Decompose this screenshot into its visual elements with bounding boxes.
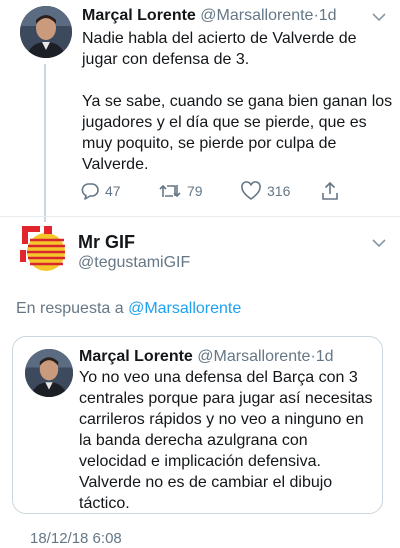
retweet-button[interactable]: 79 bbox=[158, 180, 203, 202]
share-icon bbox=[320, 181, 340, 201]
author-avatar[interactable] bbox=[20, 6, 72, 58]
quoted-header: Marçal Lorente @Marsallorente·1d bbox=[79, 347, 334, 367]
tweet-header: Marçal Lorente @Marsallorente·1d bbox=[82, 6, 337, 26]
reply-author-name[interactable]: Mr GIF bbox=[78, 232, 135, 253]
quoted-author-handle[interactable]: @Marsallorente bbox=[197, 348, 310, 365]
reply-author-avatar[interactable] bbox=[16, 222, 68, 274]
author-handle[interactable]: @Marsallorente bbox=[200, 7, 313, 24]
heart-icon bbox=[240, 181, 262, 201]
replying-to-link[interactable]: @Marsallorente bbox=[128, 300, 241, 317]
timestamp[interactable]: 18/12/18 6:08 bbox=[30, 530, 122, 547]
chevron-down-icon[interactable] bbox=[372, 12, 386, 22]
tweet-time[interactable]: 1d bbox=[319, 7, 337, 24]
share-button[interactable] bbox=[320, 180, 340, 202]
replying-to: En respuesta a @Marsallorente bbox=[16, 300, 241, 318]
quoted-author-name[interactable]: Marçal Lorente bbox=[79, 348, 193, 365]
divider bbox=[0, 216, 400, 217]
chevron-down-icon[interactable] bbox=[372, 238, 386, 248]
quoted-time[interactable]: 1d bbox=[316, 348, 334, 365]
author-name[interactable]: Marçal Lorente bbox=[82, 7, 196, 24]
thread-line bbox=[44, 64, 46, 224]
quoted-author-avatar[interactable] bbox=[25, 349, 73, 397]
quoted-text: Yo no veo una defensa del Barça con 3 ce… bbox=[79, 369, 373, 512]
reply-count: 47 bbox=[105, 183, 121, 199]
retweet-icon bbox=[158, 182, 182, 200]
like-count: 316 bbox=[267, 183, 291, 199]
tweet-paragraph-2: Ya se sabe, cuando se gana bien ganan lo… bbox=[82, 93, 393, 173]
quoted-tweet-card[interactable]: Marçal Lorente @Marsallorente·1d Yo no v… bbox=[12, 336, 383, 514]
tweet-paragraph-1: Nadie habla del acierto de Valverde de j… bbox=[82, 30, 357, 68]
reply-author-handle[interactable]: @tegustamiGIF bbox=[78, 254, 190, 272]
tweet-text: Nadie habla del acierto de Valverde de j… bbox=[82, 28, 394, 175]
reply-icon bbox=[80, 182, 100, 200]
like-button[interactable]: 316 bbox=[240, 180, 290, 202]
reply-button[interactable]: 47 bbox=[80, 180, 121, 202]
tweet-actions: 47 79 316 bbox=[76, 180, 376, 202]
retweet-count: 79 bbox=[187, 183, 203, 199]
replying-prefix: En respuesta a bbox=[16, 300, 124, 317]
